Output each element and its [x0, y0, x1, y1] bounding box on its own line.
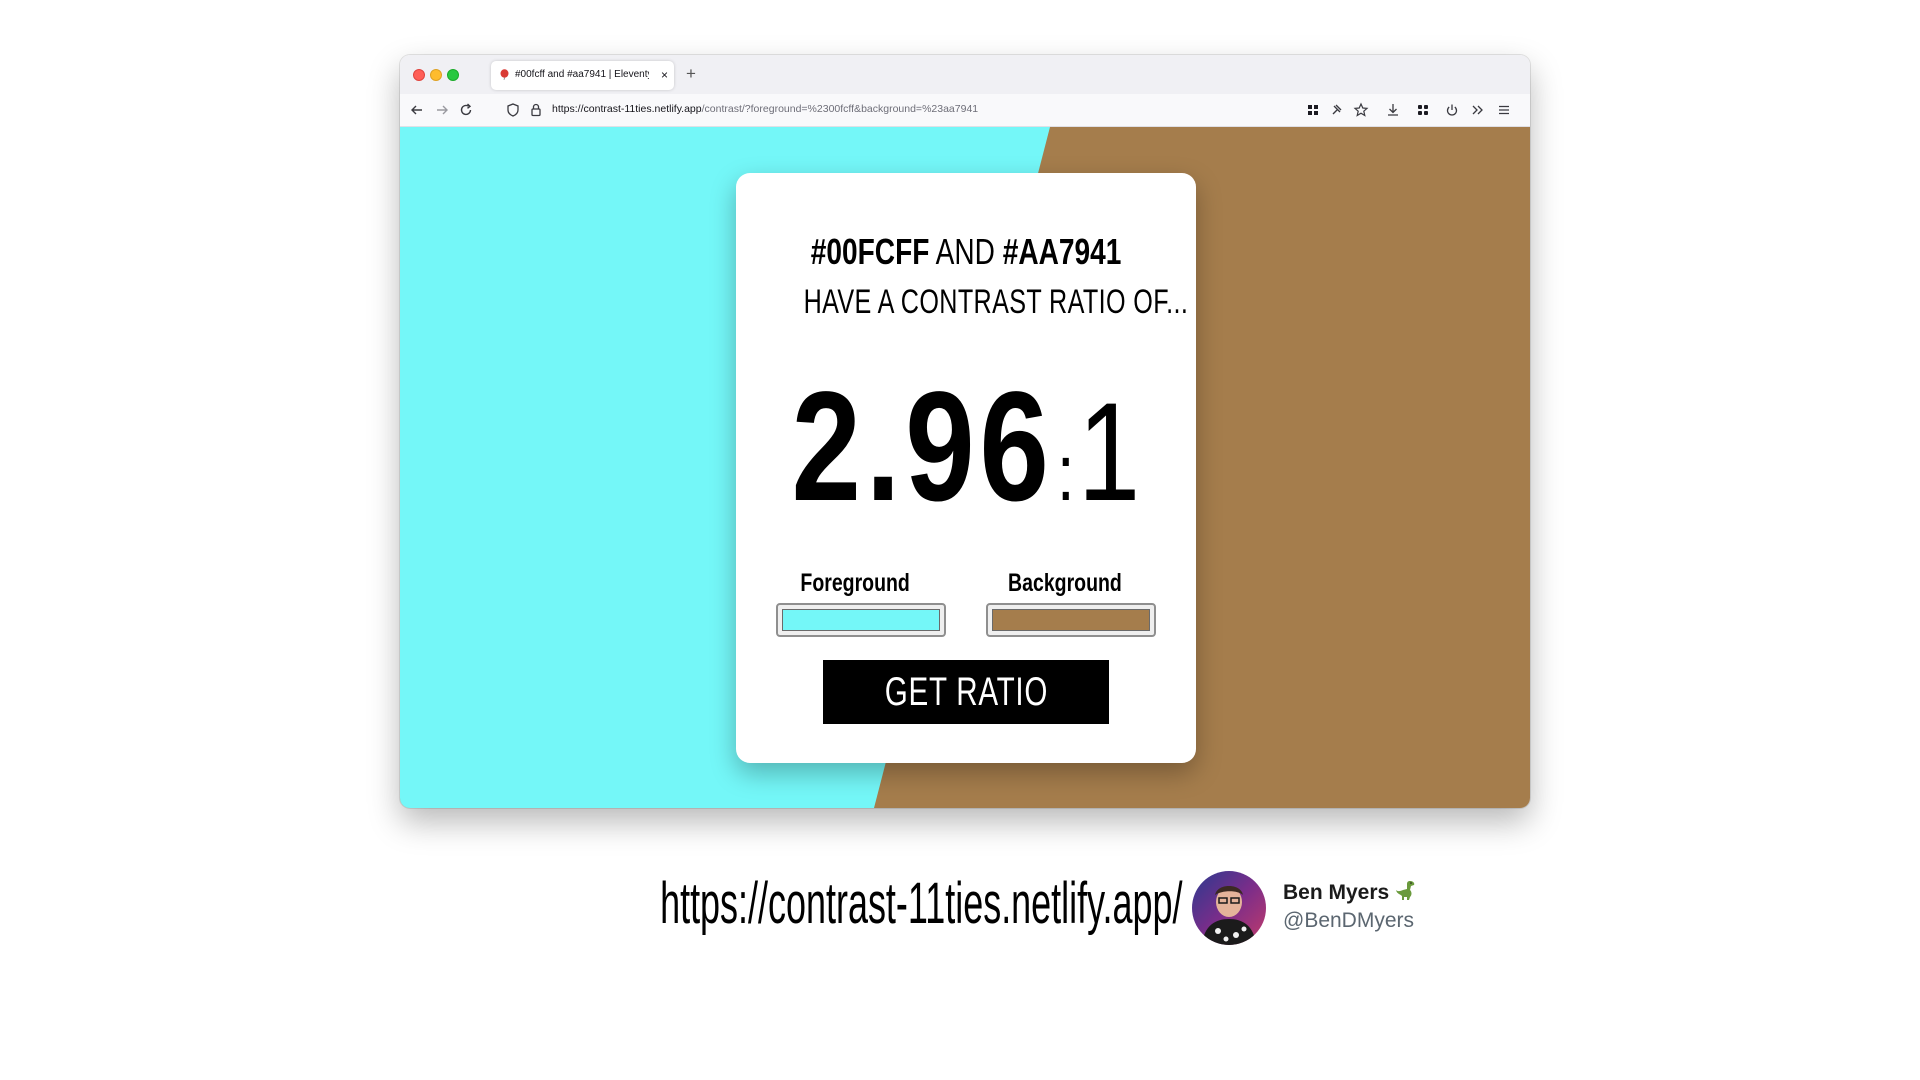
background-color-picker[interactable]: [986, 603, 1156, 637]
author-name: Ben Myers: [1283, 878, 1418, 908]
foreground-color-fill: [782, 609, 940, 631]
address-bar[interactable]: https://contrast-11ties.netlify.app/cont…: [552, 103, 978, 115]
tab-title: #00fcff and #aa7941 | Eleventy: [515, 69, 649, 80]
maximize-window-button[interactable]: [447, 69, 459, 81]
avatar: [1192, 871, 1266, 945]
slide-url: https://contrast-11ties.netlify.app/: [660, 871, 1183, 936]
apps-icon[interactable]: [1414, 101, 1432, 119]
color-pair-heading: #00FCFF AND #AA7941: [736, 231, 1196, 273]
url-host: https://contrast-11ties.netlify.app: [552, 103, 702, 115]
star-icon[interactable]: [1352, 101, 1370, 119]
new-tab-button[interactable]: +: [686, 64, 696, 84]
ratio-value: 2.96: [791, 360, 1054, 534]
reload-icon[interactable]: [457, 101, 475, 119]
close-window-button[interactable]: [413, 69, 425, 81]
background-hex: #AA7941: [1002, 231, 1122, 272]
active-tab[interactable]: #00fcff and #aa7941 | Eleventy ×: [491, 61, 674, 90]
download-icon[interactable]: [1384, 101, 1402, 119]
browser-window: #00fcff and #aa7941 | Eleventy × + https…: [400, 55, 1530, 808]
minimize-window-button[interactable]: [430, 69, 442, 81]
foreground-label: Foreground: [800, 569, 910, 597]
balloon-favicon-icon: [500, 69, 509, 80]
background-color-fill: [992, 609, 1150, 631]
tab-strip: #00fcff and #aa7941 | Eleventy × +: [400, 55, 1530, 94]
author-handle: @BenDMyers: [1283, 909, 1415, 932]
lock-icon: [527, 101, 545, 119]
ratio-separator: :: [1056, 428, 1075, 517]
forward-arrow-icon[interactable]: [433, 101, 451, 119]
avatar-image: [1192, 871, 1266, 945]
contrast-subtitle: HAVE A CONTRAST RATIO OF...: [803, 283, 1189, 321]
dinosaur-icon: [1394, 878, 1418, 908]
tab-close-icon[interactable]: ×: [661, 68, 668, 82]
contrast-card: #00FCFF AND #AA7941 HAVE A CONTRAST RATI…: [736, 173, 1196, 763]
ratio-one: 1: [1077, 373, 1141, 530]
extension-grid-icon[interactable]: [1304, 101, 1322, 119]
and-word: AND: [935, 231, 995, 272]
back-arrow-icon[interactable]: [408, 101, 426, 119]
power-icon[interactable]: [1443, 101, 1461, 119]
get-ratio-button[interactable]: GET RATIO: [823, 660, 1109, 724]
pin-icon[interactable]: [1328, 101, 1346, 119]
foreground-hex: #00FCFF: [810, 231, 930, 272]
foreground-color-picker[interactable]: [776, 603, 946, 637]
overflow-chevrons-icon[interactable]: [1469, 101, 1487, 119]
menu-icon[interactable]: [1495, 101, 1513, 119]
navigation-bar: https://contrast-11ties.netlify.app/cont…: [400, 94, 1530, 127]
shield-icon[interactable]: [504, 101, 522, 119]
contrast-ratio: 2.96:1: [736, 358, 1196, 537]
url-path: /contrast/?foreground=%2300fcff&backgrou…: [701, 103, 979, 115]
page-content: #00FCFF AND #AA7941 HAVE A CONTRAST RATI…: [400, 127, 1530, 808]
background-label: Background: [1008, 569, 1122, 597]
